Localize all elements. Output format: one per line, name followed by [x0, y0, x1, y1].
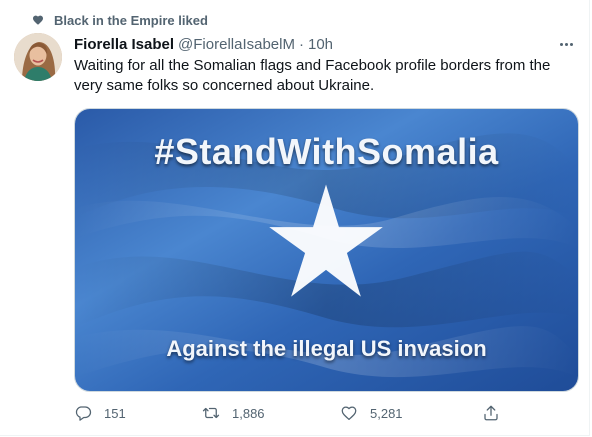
share-icon [484, 405, 498, 421]
share-button[interactable] [482, 404, 500, 422]
tweet-actions: 151 1,886 5,281 [74, 401, 504, 425]
more-icon[interactable] [557, 36, 575, 52]
author-handle[interactable]: @FiorellaIsabelM [178, 36, 295, 53]
social-context: Black in the Empire liked [14, 11, 208, 29]
retweet-count: 1,886 [232, 405, 265, 421]
image-subline: Against the illegal US invasion [166, 336, 487, 361]
tweet-text: Waiting for all the Somalian flags and F… [74, 57, 551, 94]
reply-count: 151 [104, 405, 126, 421]
author-display-name[interactable]: Fiorella Isabel [74, 36, 174, 53]
tweet-card[interactable]: Black in the Empire liked Fiorella Isabe… [0, 0, 590, 436]
reply-button[interactable]: 151 [74, 404, 202, 422]
tweet-media-image[interactable]: #StandWithSomalia Against the illegal US… [74, 108, 579, 392]
tweet-header: Fiorella Isabel @FiorellaIsabelM · 10h [74, 34, 575, 54]
retweet-button[interactable]: 1,886 [202, 404, 340, 422]
social-context-text[interactable]: Black in the Empire liked [54, 13, 208, 28]
reply-icon [75, 406, 92, 421]
like-button[interactable]: 5,281 [340, 404, 482, 422]
like-count: 5,281 [370, 405, 403, 421]
retweet-icon [202, 407, 220, 419]
separator-dot: · [298, 35, 304, 53]
image-headline: #StandWithSomalia [154, 131, 499, 172]
avatar[interactable] [14, 33, 62, 81]
like-icon [341, 406, 357, 421]
tweet-timestamp[interactable]: 10h [308, 36, 333, 53]
